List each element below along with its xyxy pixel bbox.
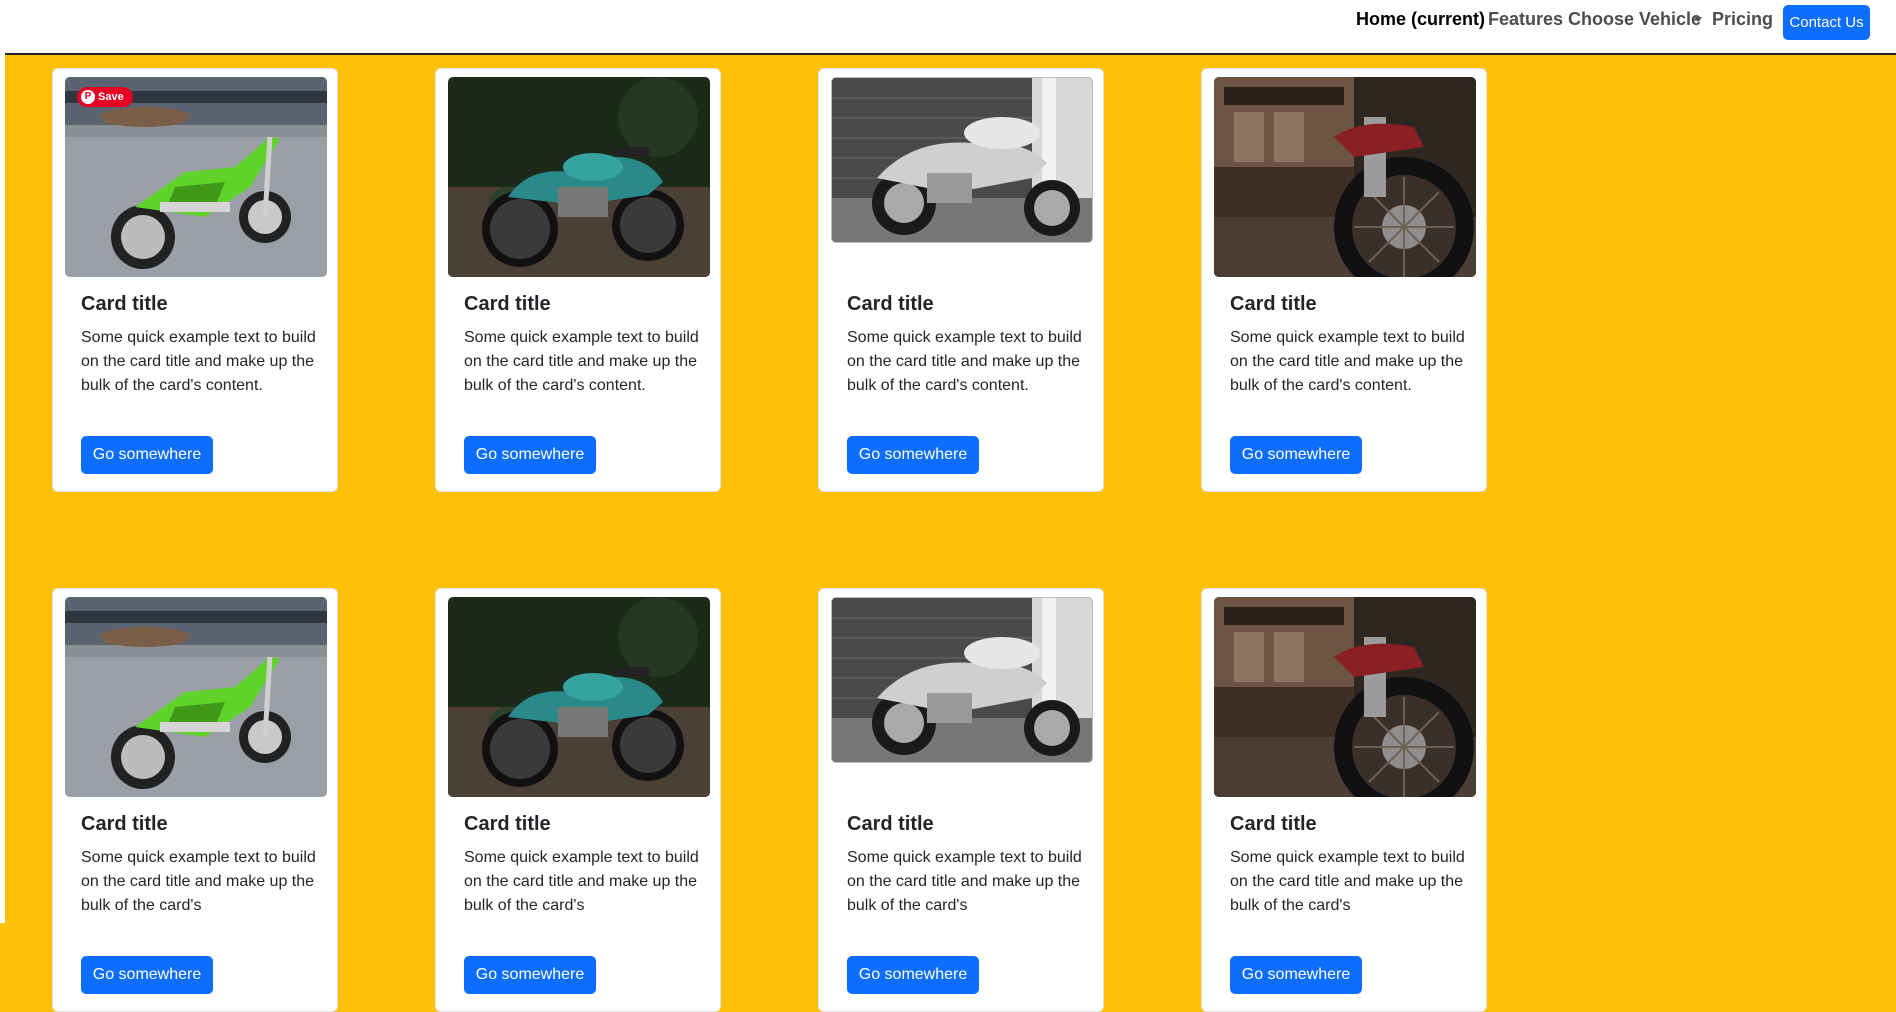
card-text: Some quick example text to build on the … [81,329,316,394]
card-title: Card title [464,293,551,315]
card: Card title Some quick example text to bui… [435,588,721,1012]
card-title: Card title [1230,293,1317,315]
card-text: Some quick example text to build on the … [1230,849,1465,914]
go-somewhere-button[interactable]: Go somewhere [81,956,213,994]
left-edge [0,0,5,923]
card-text: Some quick example text to build on the … [464,849,699,914]
silver-cruiser-motorcycle-bw-image [831,77,1093,243]
pinterest-save-button[interactable]: P Save [77,87,133,107]
pinterest-save-label: Save [98,91,124,103]
card-title: Card title [1230,813,1317,835]
card-text: Some quick example text to build on the … [1230,329,1465,394]
contact-us-button[interactable]: Contact Us [1783,5,1870,40]
go-somewhere-button[interactable]: Go somewhere [847,956,979,994]
silver-cruiser-motorcycle-bw-image [831,597,1093,763]
card-text: Some quick example text to build on the … [464,329,699,394]
vintage-motorcycle-front-wheel-image [1214,597,1476,797]
card-text: Some quick example text to build on the … [847,849,1082,914]
card: Card title Some quick example text to bui… [52,588,338,1012]
go-somewhere-button[interactable]: Go somewhere [81,436,213,474]
go-somewhere-button[interactable]: Go somewhere [464,436,596,474]
card-title: Card title [847,293,934,315]
chevron-down-icon[interactable] [1694,17,1702,22]
top-navbar: Home (current) Features Choose Vehicle P… [5,0,1896,55]
pinterest-icon: P [81,90,95,104]
go-somewhere-button[interactable]: Go somewhere [847,436,979,474]
card-title: Card title [847,813,934,835]
go-somewhere-button[interactable]: Go somewhere [1230,956,1362,994]
card-text: Some quick example text to build on the … [847,329,1082,394]
card-title: Card title [81,293,168,315]
vintage-motorcycle-front-wheel-image [1214,77,1476,277]
card-title: Card title [81,813,168,835]
card: P Save Card title Some quick example text t… [52,68,338,492]
teal-classic-motorcycle-image [448,597,710,797]
nav-pricing-link[interactable]: Pricing [1712,8,1773,30]
green-chopper-motorcycle-image [65,597,327,797]
card: Card title Some quick example text to bui… [435,68,721,492]
go-somewhere-button[interactable]: Go somewhere [464,956,596,994]
card: Card title Some quick example text to bui… [818,588,1104,1012]
green-chopper-motorcycle-image [65,77,327,277]
nav-features-link[interactable]: Features [1488,8,1563,30]
card-title: Card title [464,813,551,835]
teal-classic-motorcycle-image [448,77,710,277]
card: Card title Some quick example text to bui… [818,68,1104,492]
card: Card title Some quick example text to bui… [1201,68,1487,492]
nav-home-link[interactable]: Home (current) [1356,8,1485,30]
nav-choose-vehicle-dropdown[interactable]: Choose Vehicle [1568,8,1701,30]
card: Card title Some quick example text to bui… [1201,588,1487,1012]
card-text: Some quick example text to build on the … [81,849,316,914]
go-somewhere-button[interactable]: Go somewhere [1230,436,1362,474]
